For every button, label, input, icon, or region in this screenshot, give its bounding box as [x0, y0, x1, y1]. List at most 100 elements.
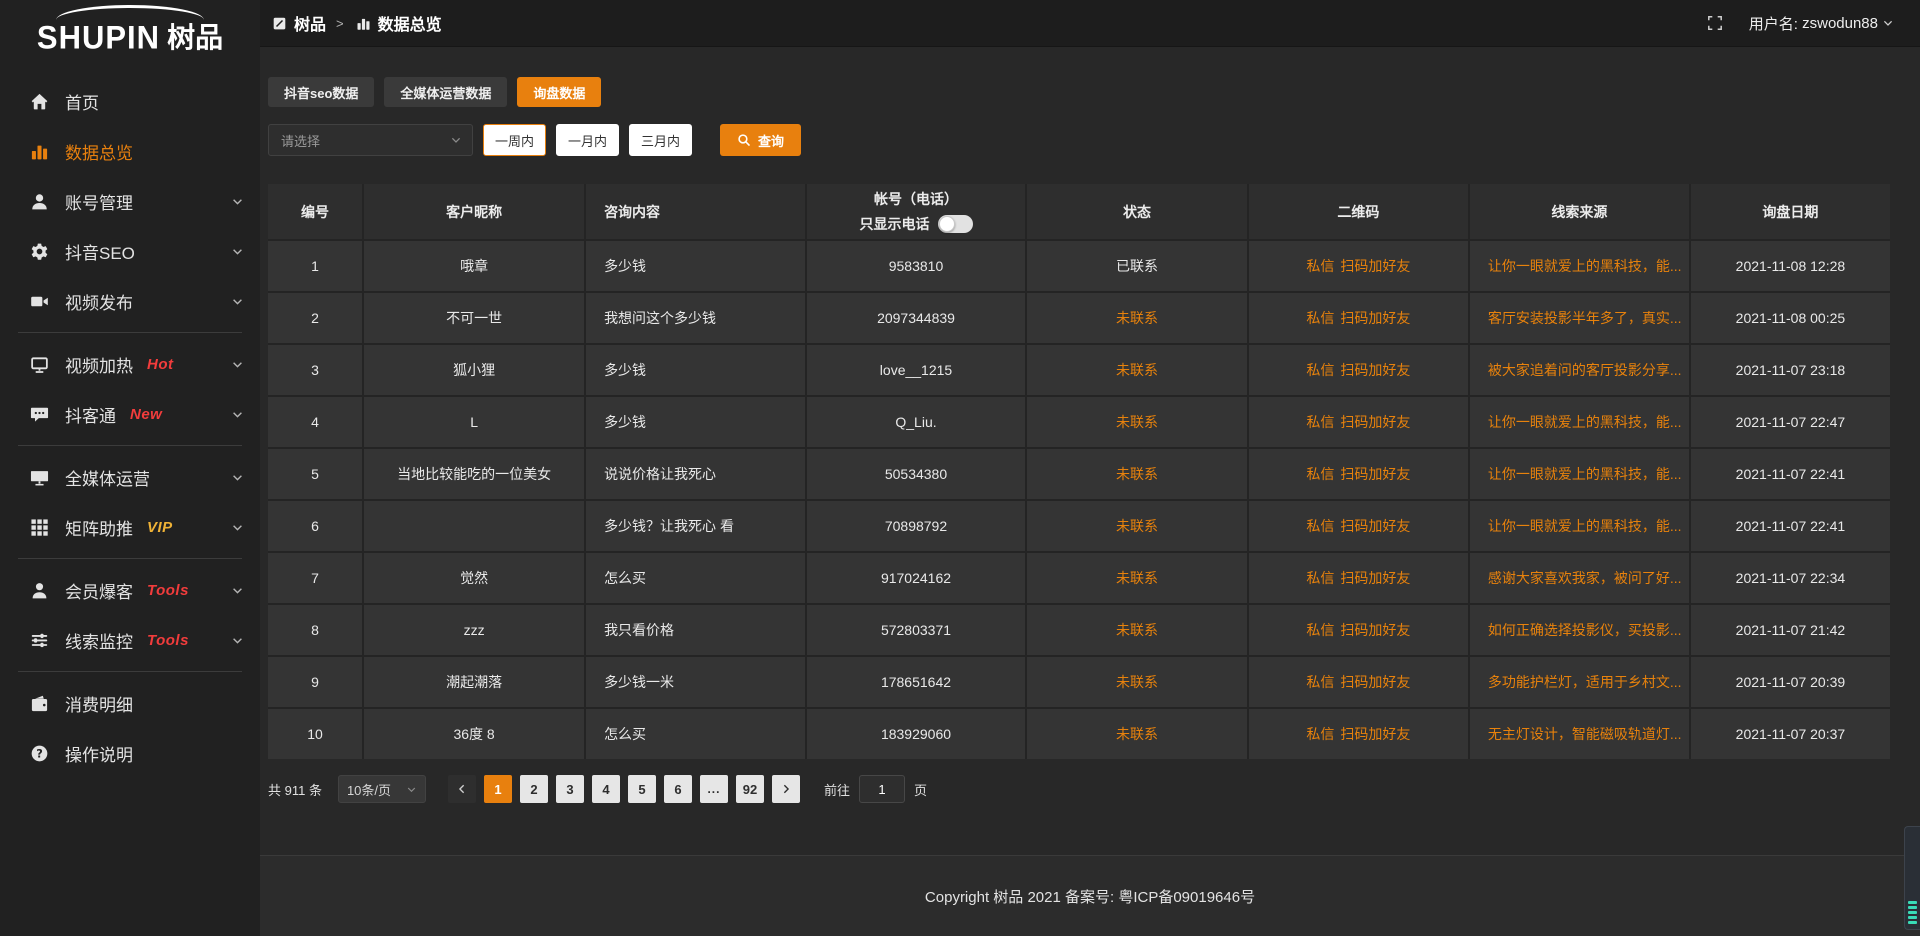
scan-qr-add-friend-link[interactable]: 扫码加好友 — [1340, 672, 1410, 692]
private-message-link[interactable]: 私信 — [1306, 412, 1334, 432]
gear-icon — [30, 242, 49, 261]
cell-row-number: 9 — [268, 657, 362, 707]
filter-select[interactable]: 请选择 — [268, 124, 473, 156]
sidebar-item-account-management[interactable]: 账号管理 — [0, 176, 260, 226]
cell-qrcode: 私信 扫码加好友 — [1249, 605, 1468, 655]
column-header-no: 编号 — [268, 184, 362, 239]
cell-customer-nickname — [364, 501, 584, 551]
cell-inquiry-content: 怎么买 — [586, 553, 805, 603]
range-button-last-3-months[interactable]: 三月内 — [629, 124, 692, 156]
user-menu-trigger[interactable]: 用户名: zswodun88 — [1749, 13, 1894, 34]
page-button-5[interactable]: 5 — [628, 775, 656, 803]
private-message-link[interactable]: 私信 — [1306, 672, 1334, 692]
lead-source-link[interactable]: 如何正确选择投影仪，买投影... — [1470, 605, 1689, 655]
cell-account: Q_Liu. — [807, 397, 1025, 447]
data-tabs: 抖音seo数据全媒体运营数据询盘数据 — [268, 77, 1890, 107]
scan-qr-add-friend-link[interactable]: 扫码加好友 — [1340, 516, 1410, 536]
sidebar-item-doukertong[interactable]: 抖客通 New — [0, 389, 260, 439]
lead-source-link[interactable]: 无主灯设计，智能磁吸轨道灯... — [1470, 709, 1689, 759]
cell-row-number: 10 — [268, 709, 362, 759]
scan-qr-add-friend-link[interactable]: 扫码加好友 — [1340, 360, 1410, 380]
tab-inquiry-data[interactable]: 询盘数据 — [517, 77, 601, 107]
chevron-down-icon — [231, 245, 244, 258]
sidebar-item-video-publish[interactable]: 视频发布 — [0, 276, 260, 326]
chevron-down-icon — [231, 358, 244, 371]
private-message-link[interactable]: 私信 — [1306, 360, 1334, 380]
sidebar-item-home[interactable]: 首页 — [0, 76, 260, 126]
sidebar-item-consumption-details[interactable]: 消费明细 — [0, 678, 260, 728]
range-button-last-week[interactable]: 一周内 — [483, 124, 546, 156]
scan-qr-add-friend-link[interactable]: 扫码加好友 — [1340, 256, 1410, 276]
copyright-text: Copyright 树品 2021 备案号: 粤ICP备09019646号 — [925, 886, 1255, 907]
user-area: 用户名: zswodun88 — [1707, 13, 1894, 34]
lead-source-link[interactable]: 让你一眼就爱上的黑科技，能... — [1470, 241, 1689, 291]
sidebar-item-omnimedia-operation[interactable]: 全媒体运营 — [0, 452, 260, 502]
cell-inquiry-date: 2021-11-08 00:25 — [1691, 293, 1890, 343]
cell-inquiry-date: 2021-11-07 22:41 — [1691, 449, 1890, 499]
page-button-2[interactable]: 2 — [520, 775, 548, 803]
scan-qr-add-friend-link[interactable]: 扫码加好友 — [1340, 412, 1410, 432]
sidebar-item-label: 矩阵助推 — [65, 515, 133, 540]
sidebar-item-badge: VIP — [147, 519, 173, 536]
scan-qr-add-friend-link[interactable]: 扫码加好友 — [1340, 724, 1410, 744]
cell-account: 9583810 — [807, 241, 1025, 291]
goto-page-input[interactable] — [859, 775, 905, 803]
page-button-92[interactable]: 92 — [736, 775, 764, 803]
cell-qrcode: 私信 扫码加好友 — [1249, 293, 1468, 343]
private-message-link[interactable]: 私信 — [1306, 516, 1334, 536]
cell-customer-nickname: 不可一世 — [364, 293, 584, 343]
prev-page-button[interactable] — [448, 775, 476, 803]
sidebar-item-lead-monitoring[interactable]: 线索监控 Tools — [0, 615, 260, 665]
breadcrumb-root[interactable]: 树品 — [294, 11, 326, 35]
page-button-1[interactable]: 1 — [484, 775, 512, 803]
lead-source-link[interactable]: 被大家追着问的客厅投影分享... — [1470, 345, 1689, 395]
phone-only-toggle[interactable] — [938, 215, 973, 233]
private-message-link[interactable]: 私信 — [1306, 308, 1334, 328]
cell-status: 已联系 — [1027, 241, 1247, 291]
page-button-4[interactable]: 4 — [592, 775, 620, 803]
lead-source-link[interactable]: 让你一眼就爱上的黑科技，能... — [1470, 449, 1689, 499]
scan-qr-add-friend-link[interactable]: 扫码加好友 — [1340, 568, 1410, 588]
sidebar-item-matrix-boost[interactable]: 矩阵助推 VIP — [0, 502, 260, 552]
range-button-last-month[interactable]: 一月内 — [556, 124, 619, 156]
grid-icon — [30, 518, 49, 537]
private-message-link[interactable]: 私信 — [1306, 724, 1334, 744]
sidebar-item-operation-guide[interactable]: ? 操作说明 — [0, 728, 260, 778]
cell-account: 183929060 — [807, 709, 1025, 759]
lead-source-link[interactable]: 客厅安装投影半年多了，真实... — [1470, 293, 1689, 343]
page-ellipsis[interactable]: ... — [700, 775, 728, 803]
page-button-6[interactable]: 6 — [664, 775, 692, 803]
private-message-link[interactable]: 私信 — [1306, 464, 1334, 484]
lead-source-link[interactable]: 让你一眼就爱上的黑科技，能... — [1470, 501, 1689, 551]
shupin-logo[interactable]: SHUPIN 树品 — [0, 0, 260, 64]
floating-side-widget[interactable] — [1904, 826, 1920, 930]
scan-qr-add-friend-link[interactable]: 扫码加好友 — [1340, 620, 1410, 640]
sidebar-item-label: 视频发布 — [65, 289, 133, 314]
scan-qr-add-friend-link[interactable]: 扫码加好友 — [1340, 308, 1410, 328]
bar-chart-icon — [356, 16, 371, 31]
sidebar-item-member-leads[interactable]: 会员爆客 Tools — [0, 565, 260, 615]
private-message-link[interactable]: 私信 — [1306, 568, 1334, 588]
chevron-down-icon — [231, 471, 244, 484]
cell-inquiry-date: 2021-11-07 22:34 — [1691, 553, 1890, 603]
scan-qr-add-friend-link[interactable]: 扫码加好友 — [1340, 464, 1410, 484]
search-button[interactable]: 查询 — [720, 124, 801, 156]
goto-label: 前往 — [824, 780, 850, 799]
search-icon — [737, 133, 751, 147]
private-message-link[interactable]: 私信 — [1306, 620, 1334, 640]
tab-douyin-seo-data[interactable]: 抖音seo数据 — [268, 77, 374, 107]
page-button-3[interactable]: 3 — [556, 775, 584, 803]
lead-source-link[interactable]: 感谢大家喜欢我家，被问了好... — [1470, 553, 1689, 603]
private-message-link[interactable]: 私信 — [1306, 256, 1334, 276]
page-size-select[interactable]: 10条/页 — [338, 775, 426, 803]
cell-status: 未联系 — [1027, 397, 1247, 447]
sidebar-item-video-boost[interactable]: 视频加热 Hot — [0, 339, 260, 389]
sidebar-item-data-overview[interactable]: 数据总览 — [0, 126, 260, 176]
next-page-button[interactable] — [772, 775, 800, 803]
sidebar-item-douyin-seo[interactable]: 抖音SEO — [0, 226, 260, 276]
cell-customer-nickname: 潮起潮落 — [364, 657, 584, 707]
fullscreen-icon[interactable] — [1707, 15, 1723, 31]
tab-omnimedia-operation-data[interactable]: 全媒体运营数据 — [384, 77, 507, 107]
lead-source-link[interactable]: 让你一眼就爱上的黑科技，能... — [1470, 397, 1689, 447]
lead-source-link[interactable]: 多功能护栏灯，适用于乡村文... — [1470, 657, 1689, 707]
